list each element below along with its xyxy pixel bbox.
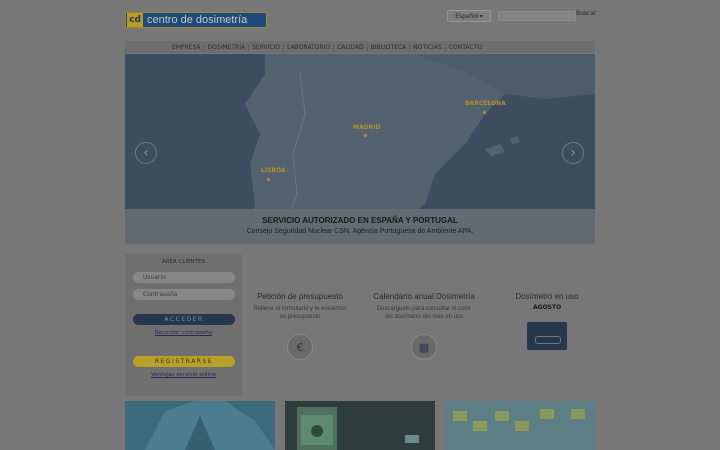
- language-label: Español: [455, 12, 479, 20]
- language-select[interactable]: Español ▾: [447, 10, 491, 22]
- hero-subtitle: Consejo Seguridad Nuclear CSN. Agência P…: [246, 228, 474, 235]
- feature-quote-title: Petición de presupuesto: [257, 292, 343, 301]
- slider-next-button[interactable]: ›: [562, 142, 584, 164]
- search-button[interactable]: Buscar: [576, 10, 597, 17]
- page: cd centro de dosimetría Español ▾ Buscar…: [0, 0, 720, 450]
- password-field[interactable]: Contraseña: [133, 289, 235, 300]
- logo-text: centro de dosimetría: [147, 14, 248, 26]
- site-logo[interactable]: cd centro de dosimetría: [125, 12, 267, 28]
- nav-item-noticias[interactable]: NOTICIAS: [409, 43, 445, 51]
- euro-document-icon[interactable]: €: [287, 334, 313, 360]
- hero-caption: SERVICIO AUTORIZADO EN ESPAÑA Y PORTUGAL…: [125, 209, 595, 244]
- chevron-right-icon: ›: [570, 145, 576, 161]
- city-label-barcelona: BARCELONA: [465, 100, 506, 107]
- feature-calendar-desc-1: Descárguelo para consultar el color: [376, 306, 472, 312]
- register-button[interactable]: REGISTRARSE: [133, 356, 235, 367]
- nav-item-laboratorio[interactable]: LABORATORIO: [283, 43, 333, 51]
- nav-item-biblioteca[interactable]: BIBLIOTECA: [366, 43, 410, 51]
- card-radiation[interactable]: [285, 401, 435, 450]
- feature-dosimeter-title: Dosímetro en uso: [515, 292, 579, 301]
- card-dosimeters[interactable]: [445, 401, 595, 450]
- forgot-password-link[interactable]: Recordar contraseña: [125, 330, 242, 336]
- feature-dosimeter[interactable]: Dosímetro en uso: [487, 292, 607, 301]
- feature-quote[interactable]: Petición de presupuesto Rellene el formu…: [240, 292, 360, 321]
- city-label-madrid: MADRID: [353, 124, 381, 131]
- medical-coat-image: [125, 401, 275, 450]
- city-dot-lisboa: [267, 178, 270, 181]
- hero-title: SERVICIO AUTORIZADO EN ESPAÑA Y PORTUGAL: [262, 216, 458, 225]
- radiation-sign-image: [285, 401, 435, 450]
- dosimeter-window: [535, 336, 561, 344]
- username-field[interactable]: Usuario: [133, 272, 235, 283]
- online-advantages-link[interactable]: Ventajas servicio online: [125, 372, 242, 378]
- dosimeter-month: AGOSTO: [533, 304, 562, 311]
- nav-item-empresa[interactable]: EMPRESA: [169, 44, 204, 51]
- slider-prev-button[interactable]: ‹: [135, 142, 157, 164]
- feature-quote-desc-1: Rellene el formulario y le enviamos: [253, 306, 347, 312]
- hero-slider: BARCELONA MADRID LISBOA ‹ › SERVICIO AUT…: [125, 54, 595, 244]
- feature-calendar[interactable]: Calendario anual Dosimetría Descárguelo …: [364, 292, 484, 321]
- city-dot-madrid: [364, 134, 367, 137]
- nav-item-calidad[interactable]: CALIDAD: [333, 43, 367, 51]
- client-area-title: ÁREA CLIENTES: [161, 259, 205, 265]
- city-dot-barcelona: [483, 111, 486, 114]
- nav-item-dosimetria[interactable]: DOSIMETRÍA: [203, 43, 248, 51]
- nav-item-contacto[interactable]: CONTACTO: [444, 43, 485, 51]
- logo-mark: cd: [127, 13, 143, 27]
- login-button[interactable]: ACCEDER: [133, 314, 235, 325]
- feature-calendar-desc-2: del dosímetro del mes en uso: [384, 314, 464, 320]
- dosimeter-rack-image: [445, 401, 595, 450]
- city-label-lisboa: LISBOA: [261, 167, 286, 174]
- search-input[interactable]: [498, 11, 576, 21]
- main-nav: EMPRESA DOSIMETRÍA SERVICIO LABORATORIO …: [125, 41, 595, 53]
- feature-calendar-title: Calendario anual Dosimetría: [373, 292, 475, 301]
- chevron-left-icon: ‹: [143, 145, 149, 161]
- calendar-icon[interactable]: ▦: [411, 334, 437, 360]
- dosimeter-badge-icon: [527, 322, 567, 350]
- client-area-panel: ÁREA CLIENTES Usuario Contraseña ACCEDER…: [125, 254, 242, 396]
- feature-quote-desc-2: su presupuesto: [279, 314, 321, 320]
- nav-item-servicio[interactable]: SERVICIO: [248, 43, 283, 51]
- card-medical[interactable]: [125, 401, 275, 450]
- chevron-down-icon: ▾: [479, 12, 483, 20]
